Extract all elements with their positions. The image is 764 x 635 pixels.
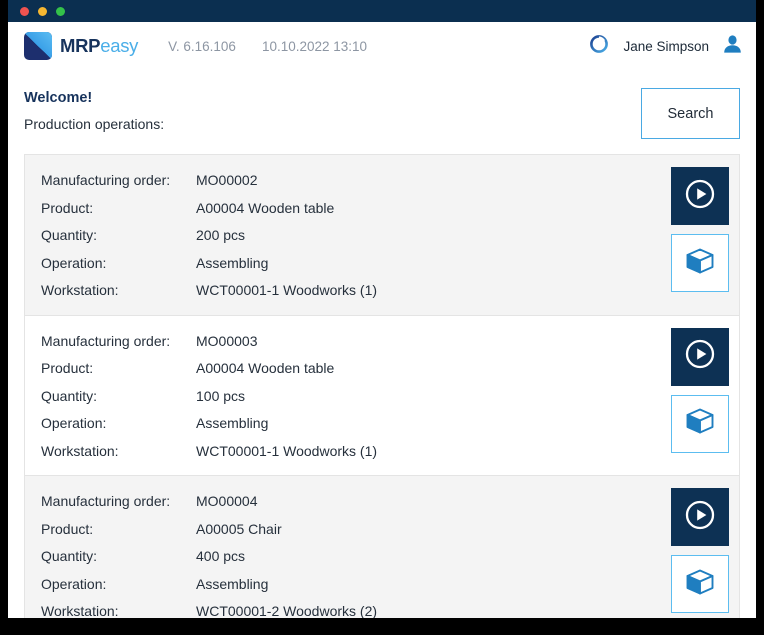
cube-box-icon <box>683 565 717 604</box>
operation-actions <box>671 326 729 453</box>
field-label: Manufacturing order: <box>41 493 171 509</box>
field-manufacturing-order: Manufacturing order: MO00004 <box>41 488 671 516</box>
field-label: Workstation: <box>41 442 119 459</box>
field-label: Product: <box>41 360 94 376</box>
field-manufacturing-order: Manufacturing order: MO00003 <box>41 328 671 356</box>
field-product: Product: A00004 Wooden table <box>41 195 671 223</box>
field-workstation: Workstation: WCT00001-2 Woodworks (2) <box>41 598 671 618</box>
field-quantity: Quantity: 200 pcs <box>41 222 671 250</box>
field-label: Manufacturing order: <box>41 172 171 188</box>
operation-fields: Manufacturing order: MO00003 Product: A0… <box>41 326 671 466</box>
field-label: Quantity: <box>41 387 98 404</box>
production-operations-label: Production operations: <box>24 116 165 132</box>
view-parts-button[interactable] <box>671 394 729 453</box>
welcome-row: Welcome! Production operations: Search <box>8 70 756 139</box>
field-operation: Operation: Assembling <box>41 571 671 599</box>
field-label: Operation: <box>41 575 107 592</box>
field-label: Manufacturing order: <box>41 332 171 349</box>
maximize-window-button[interactable] <box>56 6 65 16</box>
welcome-text-block: Welcome! Production operations: <box>24 88 641 132</box>
view-parts-button[interactable] <box>671 555 729 613</box>
version-label: V. 6.16.106 <box>168 38 236 54</box>
welcome-title: Welcome! <box>24 90 93 106</box>
view-parts-button[interactable] <box>671 234 729 292</box>
minimize-window-button[interactable] <box>38 6 47 16</box>
field-label: Product: <box>41 199 94 216</box>
field-value: MO00002 <box>196 172 258 188</box>
operation-actions <box>671 165 729 292</box>
field-operation: Operation: Assembling <box>41 250 671 278</box>
field-value: WCT00001-1 Woodworks (1) <box>196 282 378 298</box>
logo-text-mrp: MRP <box>60 35 101 56</box>
user-name-label[interactable]: Jane Simpson <box>623 39 709 54</box>
field-value: Assembling <box>196 575 269 592</box>
mrpeasy-logo-icon <box>24 32 52 60</box>
field-label: Quantity: <box>41 227 98 243</box>
app-header: MRPeasy V. 6.16.106 10.10.2022 13:10 Jan… <box>8 22 756 70</box>
field-value: MO00004 <box>196 493 258 509</box>
logo-text-easy: easy <box>100 35 139 56</box>
play-circle-icon <box>683 498 717 537</box>
operation-fields: Manufacturing order: MO00004 Product: A0… <box>41 486 671 618</box>
field-quantity: Quantity: 100 pcs <box>41 383 671 411</box>
field-quantity: Quantity: 400 pcs <box>41 543 671 571</box>
operation-card[interactable]: Manufacturing order: MO00003 Product: A0… <box>25 315 739 476</box>
field-product: Product: A00004 Wooden table <box>41 355 671 383</box>
field-value: A00005 Chair <box>196 520 282 537</box>
close-window-button[interactable] <box>20 6 29 16</box>
field-label: Product: <box>41 520 94 537</box>
field-value: A00004 Wooden table <box>196 360 335 376</box>
play-circle-icon <box>683 177 717 216</box>
app-logo-text: MRPeasy <box>60 35 138 57</box>
search-button[interactable]: Search <box>641 88 740 139</box>
start-operation-button[interactable] <box>671 327 729 386</box>
field-label: Operation: <box>41 415 107 431</box>
start-operation-button[interactable] <box>671 488 729 546</box>
field-label: Workstation: <box>41 603 119 618</box>
field-value: WCT00001-2 Woodworks (2) <box>196 603 378 618</box>
app-meta: V. 6.16.106 10.10.2022 13:10 <box>168 39 367 54</box>
operation-actions <box>671 486 729 613</box>
field-workstation: Workstation: WCT00001-1 Woodworks (1) <box>41 438 671 466</box>
field-label: Operation: <box>41 254 107 271</box>
field-value: 400 pcs <box>196 548 246 564</box>
field-value: WCT00001-1 Woodworks (1) <box>196 442 378 459</box>
datetime-label: 10.10.2022 13:10 <box>261 38 368 54</box>
field-value: 200 pcs <box>196 227 246 243</box>
operation-card[interactable]: Manufacturing order: MO00004 Product: A0… <box>25 476 739 618</box>
field-label: Workstation: <box>41 282 119 298</box>
field-value: Assembling <box>196 254 269 271</box>
field-product: Product: A00005 Chair <box>41 516 671 544</box>
field-operation: Operation: Assembling <box>41 410 671 438</box>
field-value: Assembling <box>196 415 269 431</box>
operation-fields: Manufacturing order: MO00002 Product: A0… <box>41 165 671 305</box>
field-value: MO00003 <box>196 332 258 349</box>
cube-box-icon <box>683 404 717 443</box>
cube-box-icon <box>683 244 717 283</box>
field-manufacturing-order: Manufacturing order: MO00002 <box>41 167 671 195</box>
field-workstation: Workstation: WCT00001-1 Woodworks (1) <box>41 277 671 305</box>
production-operations-list: Manufacturing order: MO00002 Product: A0… <box>24 154 740 618</box>
app-window: MRPeasy V. 6.16.106 10.10.2022 13:10 Jan… <box>8 0 756 618</box>
operation-card[interactable]: Manufacturing order: MO00002 Product: A0… <box>25 155 739 316</box>
window-titlebar <box>8 0 756 22</box>
field-value: A00004 Wooden table <box>196 199 335 216</box>
play-circle-icon <box>683 337 717 376</box>
start-operation-button[interactable] <box>671 167 729 225</box>
user-avatar-icon[interactable] <box>723 34 742 59</box>
user-area: Jane Simpson <box>589 34 742 59</box>
pie-chart-icon[interactable] <box>589 34 609 59</box>
field-value: 100 pcs <box>196 387 246 404</box>
app-logo[interactable]: MRPeasy <box>24 32 138 60</box>
field-label: Quantity: <box>41 548 98 564</box>
